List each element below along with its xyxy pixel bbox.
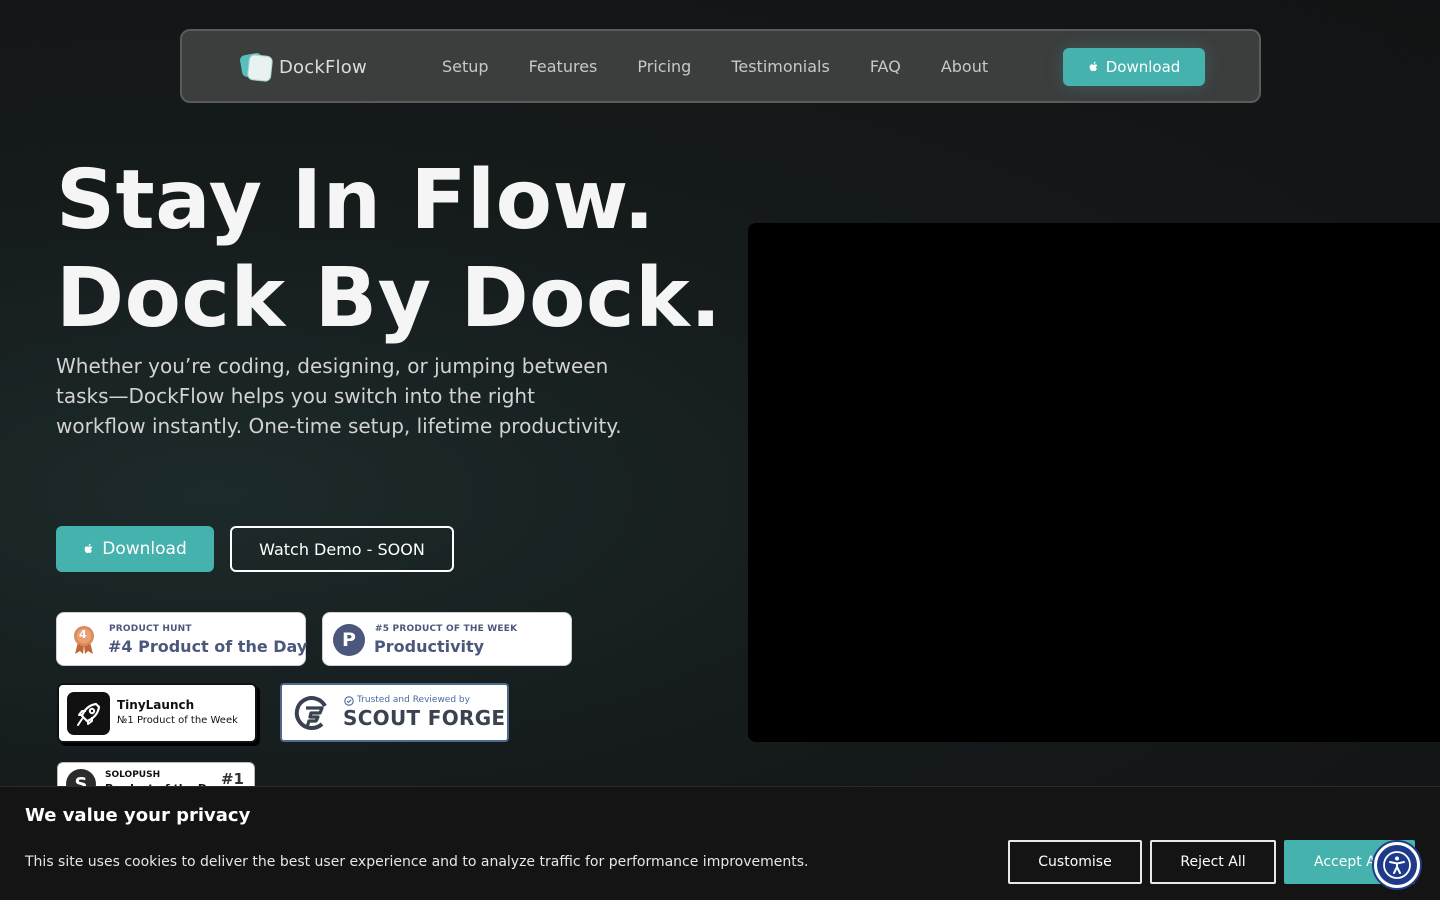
nav-link-faq[interactable]: FAQ [870, 57, 901, 76]
cookie-reject-button[interactable]: Reject All [1150, 840, 1276, 884]
cookie-banner: We value your privacy This site uses coo… [0, 786, 1440, 900]
producthunt-week-badge[interactable]: P #5 PRODUCT OF THE WEEK Productivity [322, 612, 572, 666]
cookie-title: We value your privacy [25, 805, 251, 826]
scoutforge-title: SCOUT FORGE [343, 706, 506, 730]
nav-link-setup[interactable]: Setup [442, 57, 489, 76]
hero-download-button[interactable]: Download [56, 526, 214, 572]
solopush-label: SOLOPUSH [105, 770, 161, 780]
check-circle-icon [344, 696, 354, 706]
apple-icon [84, 543, 93, 553]
scoutforge-label: Trusted and Reviewed by [357, 695, 470, 705]
medal-number: 4 [79, 628, 87, 641]
cookie-text: This site uses cookies to deliver the be… [25, 854, 809, 870]
top-navbar: DockFlow Setup Features Pricing Testimon… [180, 29, 1261, 103]
hero-subtitle: Whether you’re coding, designing, or jum… [56, 354, 622, 438]
tinylaunch-subtitle: №1 Product of the Week [117, 715, 238, 726]
hero-title: Stay In Flow. Dock By Dock. [56, 152, 722, 348]
producthunt-week-label: #5 PRODUCT OF THE WEEK [375, 624, 518, 634]
logo[interactable]: DockFlow [239, 51, 367, 83]
dockflow-logo-icon [239, 51, 274, 83]
logo-text: DockFlow [279, 56, 367, 78]
hero-title-line2: Dock By Dock. [56, 251, 722, 346]
hero-download-label: Download [102, 539, 187, 559]
demo-video-player[interactable] [748, 223, 1440, 742]
apple-icon [1089, 61, 1098, 71]
cookie-customise-button[interactable]: Customise [1008, 840, 1142, 884]
producthunt-day-badge[interactable]: 4 PRODUCT HUNT #4 Product of the Day [56, 612, 308, 666]
nav-link-features[interactable]: Features [529, 57, 598, 76]
producthunt-week-title: Productivity [374, 637, 485, 656]
scoutforge-logo-icon [294, 696, 327, 730]
producthunt-p-icon: P [333, 624, 365, 656]
nav-links: Setup Features Pricing Testimonials FAQ … [442, 31, 1028, 101]
nav-download-button[interactable]: Download [1063, 48, 1205, 86]
rocket-icon [67, 692, 110, 735]
tinylaunch-title: TinyLaunch [117, 698, 195, 712]
nav-link-pricing[interactable]: Pricing [637, 57, 691, 76]
nav-link-about[interactable]: About [941, 57, 988, 76]
accessibility-icon [1383, 851, 1411, 879]
tinylaunch-badge[interactable]: TinyLaunch №1 Product of the Week [57, 683, 257, 743]
producthunt-day-label: PRODUCT HUNT [109, 624, 192, 634]
scoutforge-badge[interactable]: Trusted and Reviewed by SCOUT FORGE [280, 683, 509, 742]
accessibility-button[interactable] [1374, 842, 1420, 888]
hero-title-line1: Stay In Flow. [56, 153, 656, 248]
watch-demo-button[interactable]: Watch Demo - SOON [230, 526, 454, 572]
nav-link-testimonials[interactable]: Testimonials [731, 57, 830, 76]
producthunt-day-title: #4 Product of the Day [108, 637, 308, 656]
nav-download-label: Download [1105, 58, 1181, 76]
